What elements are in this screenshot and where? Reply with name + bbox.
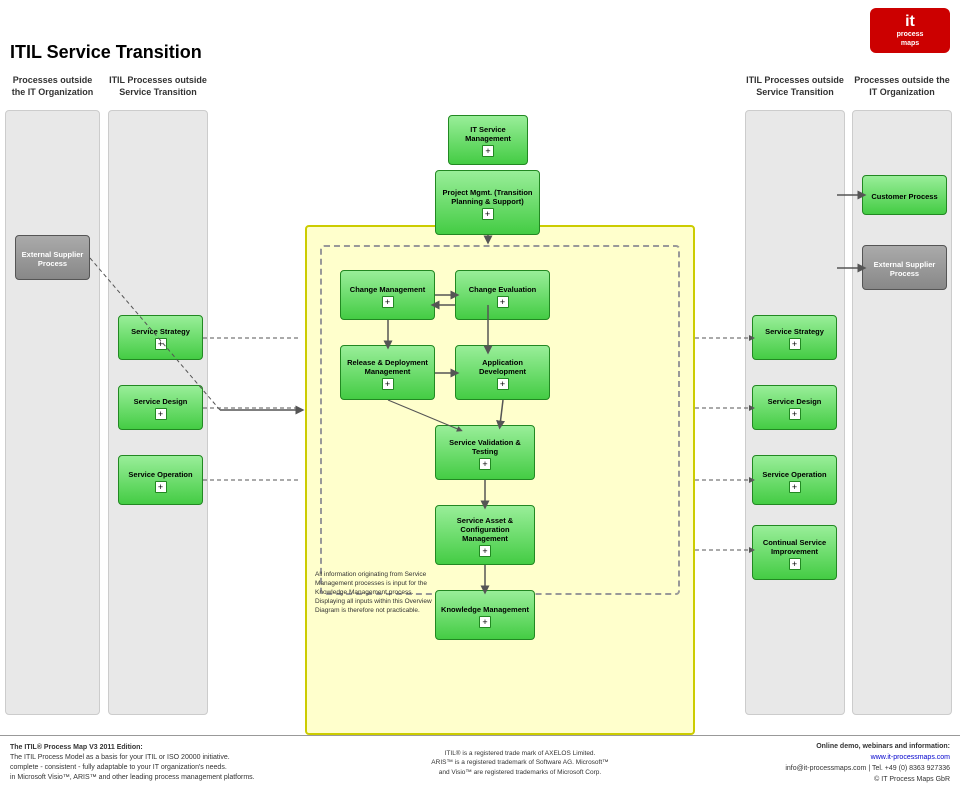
svc-operation-right-label: Service Operation [762,470,826,479]
footer-center-text: ITIL® is a registered trade mark of AXEL… [431,750,608,775]
service-asset-box[interactable]: Service Asset & Configuration Management… [435,505,535,565]
change-eval-label: Change Evaluation [469,285,537,294]
swimlane-left-outer [5,110,100,715]
knowledge-box[interactable]: Knowledge Management + [435,590,535,640]
continual-right-label: Continual Service Improvement [756,538,833,556]
change-mgmt-label: Change Management [350,285,425,294]
footer-center: ITIL® is a registered trade mark of AXEL… [431,749,608,776]
service-asset-plus[interactable]: + [479,545,491,557]
footer-left: The ITIL® Process Map V3 2011 Edition: T… [10,743,255,782]
continual-right-plus[interactable]: + [789,558,801,570]
it-service-mgmt-label: IT Service Management [452,125,524,143]
footer: The ITIL® Process Map V3 2011 Edition: T… [0,735,960,790]
ext-supplier-left-box[interactable]: External Supplier Process [15,235,90,280]
svc-design-right-plus[interactable]: + [789,408,801,420]
project-mgmt-box[interactable]: Project Mgmt. (Transition Planning & Sup… [435,170,540,235]
release-deploy-box[interactable]: Release & Deployment Management + [340,345,435,400]
change-mgmt-plus[interactable]: + [382,296,394,308]
svc-design-left-label: Service Design [134,397,188,406]
svc-operation-right-plus[interactable]: + [789,481,801,493]
logo-it-text: it [905,13,915,31]
svc-design-left-box[interactable]: Service Design + [118,385,203,430]
footer-right-bold: Online demo, webinars and information: [816,743,950,750]
footer-right-url: www.it-processmaps.com [871,754,950,761]
footer-left-bold: The ITIL® Process Map V3 2011 Edition: [10,744,143,751]
customer-right-box[interactable]: Customer Process [862,175,947,215]
svc-operation-left-plus[interactable]: + [155,481,167,493]
footer-left-text: The ITIL Process Model as a basis for yo… [10,754,255,781]
logo-process-text: processmaps [897,31,924,48]
note-text: All information originating from Service… [315,570,435,615]
svc-strategy-right-plus[interactable]: + [789,338,801,350]
col-header-left-inner: ITIL Processes outside Service Transitio… [108,75,208,98]
logo: it processmaps [870,8,950,53]
release-deploy-plus[interactable]: + [382,378,394,390]
change-eval-plus[interactable]: + [497,296,509,308]
svc-strategy-left-plus[interactable]: + [155,338,167,350]
col-header-right-outer: Processes outside the IT Organization [852,75,952,98]
footer-right-contact: info@it-processmaps.com | Tel. +49 (0) 8… [785,765,950,772]
knowledge-label: Knowledge Management [441,605,529,614]
app-dev-box[interactable]: Application Development + [455,345,550,400]
ext-supplier-right-label: External Supplier Process [866,260,943,278]
svc-strategy-right-box[interactable]: Service Strategy + [752,315,837,360]
service-val-label: Service Validation & Testing [439,438,531,456]
project-mgmt-label: Project Mgmt. (Transition Planning & Sup… [439,188,536,206]
ext-supplier-left-label: External Supplier Process [19,250,86,268]
svc-design-right-label: Service Design [768,397,822,406]
continual-right-box[interactable]: Continual Service Improvement + [752,525,837,580]
col-header-right-inner: ITIL Processes outside Service Transitio… [745,75,845,98]
service-asset-label: Service Asset & Configuration Management [439,516,531,543]
svc-design-left-plus[interactable]: + [155,408,167,420]
svc-design-right-box[interactable]: Service Design + [752,385,837,430]
svc-operation-left-box[interactable]: Service Operation + [118,455,203,505]
svc-strategy-right-label: Service Strategy [765,327,824,336]
service-val-plus[interactable]: + [479,458,491,470]
release-deploy-label: Release & Deployment Management [344,358,431,376]
app-dev-plus[interactable]: + [497,378,509,390]
svc-operation-right-box[interactable]: Service Operation + [752,455,837,505]
svc-strategy-left-box[interactable]: Service Strategy + [118,315,203,360]
it-service-mgmt-box[interactable]: IT Service Management + [448,115,528,165]
page-title: ITIL Service Transition [10,42,202,63]
col-header-left-outer: Processes outside the IT Organization [5,75,100,98]
service-val-box[interactable]: Service Validation & Testing + [435,425,535,480]
it-service-mgmt-plus[interactable]: + [482,145,494,157]
change-eval-box[interactable]: Change Evaluation + [455,270,550,320]
diagram-area: Processes outside the IT Organization IT… [0,70,960,735]
footer-right-copy: © IT Process Maps GbR [874,776,950,783]
svc-operation-left-label: Service Operation [128,470,192,479]
app-dev-label: Application Development [459,358,546,376]
ext-supplier-right-box[interactable]: External Supplier Process [862,245,947,290]
footer-right: Online demo, webinars and information: w… [785,741,950,786]
project-mgmt-plus[interactable]: + [482,208,494,220]
customer-right-label: Customer Process [871,192,937,201]
knowledge-plus[interactable]: + [479,616,491,628]
change-mgmt-box[interactable]: Change Management + [340,270,435,320]
svc-strategy-left-label: Service Strategy [131,327,190,336]
